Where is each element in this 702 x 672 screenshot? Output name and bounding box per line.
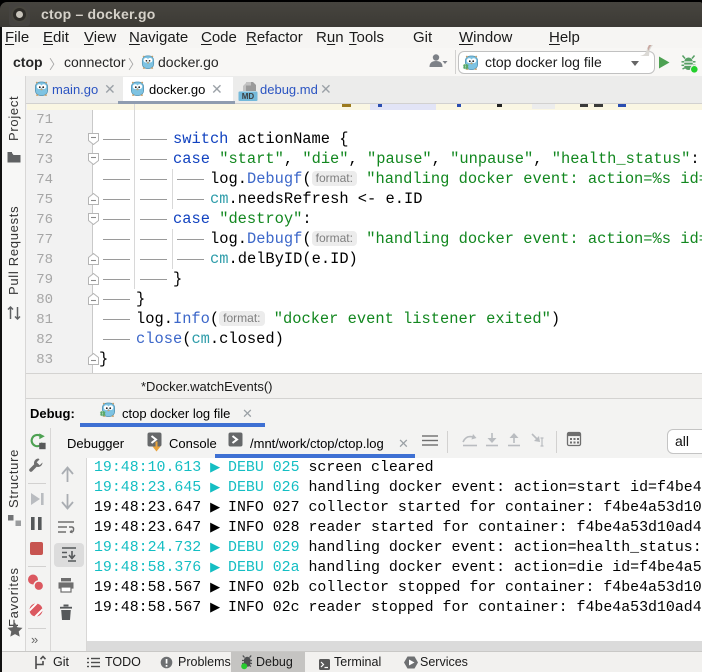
- svg-text:MD: MD: [242, 92, 255, 101]
